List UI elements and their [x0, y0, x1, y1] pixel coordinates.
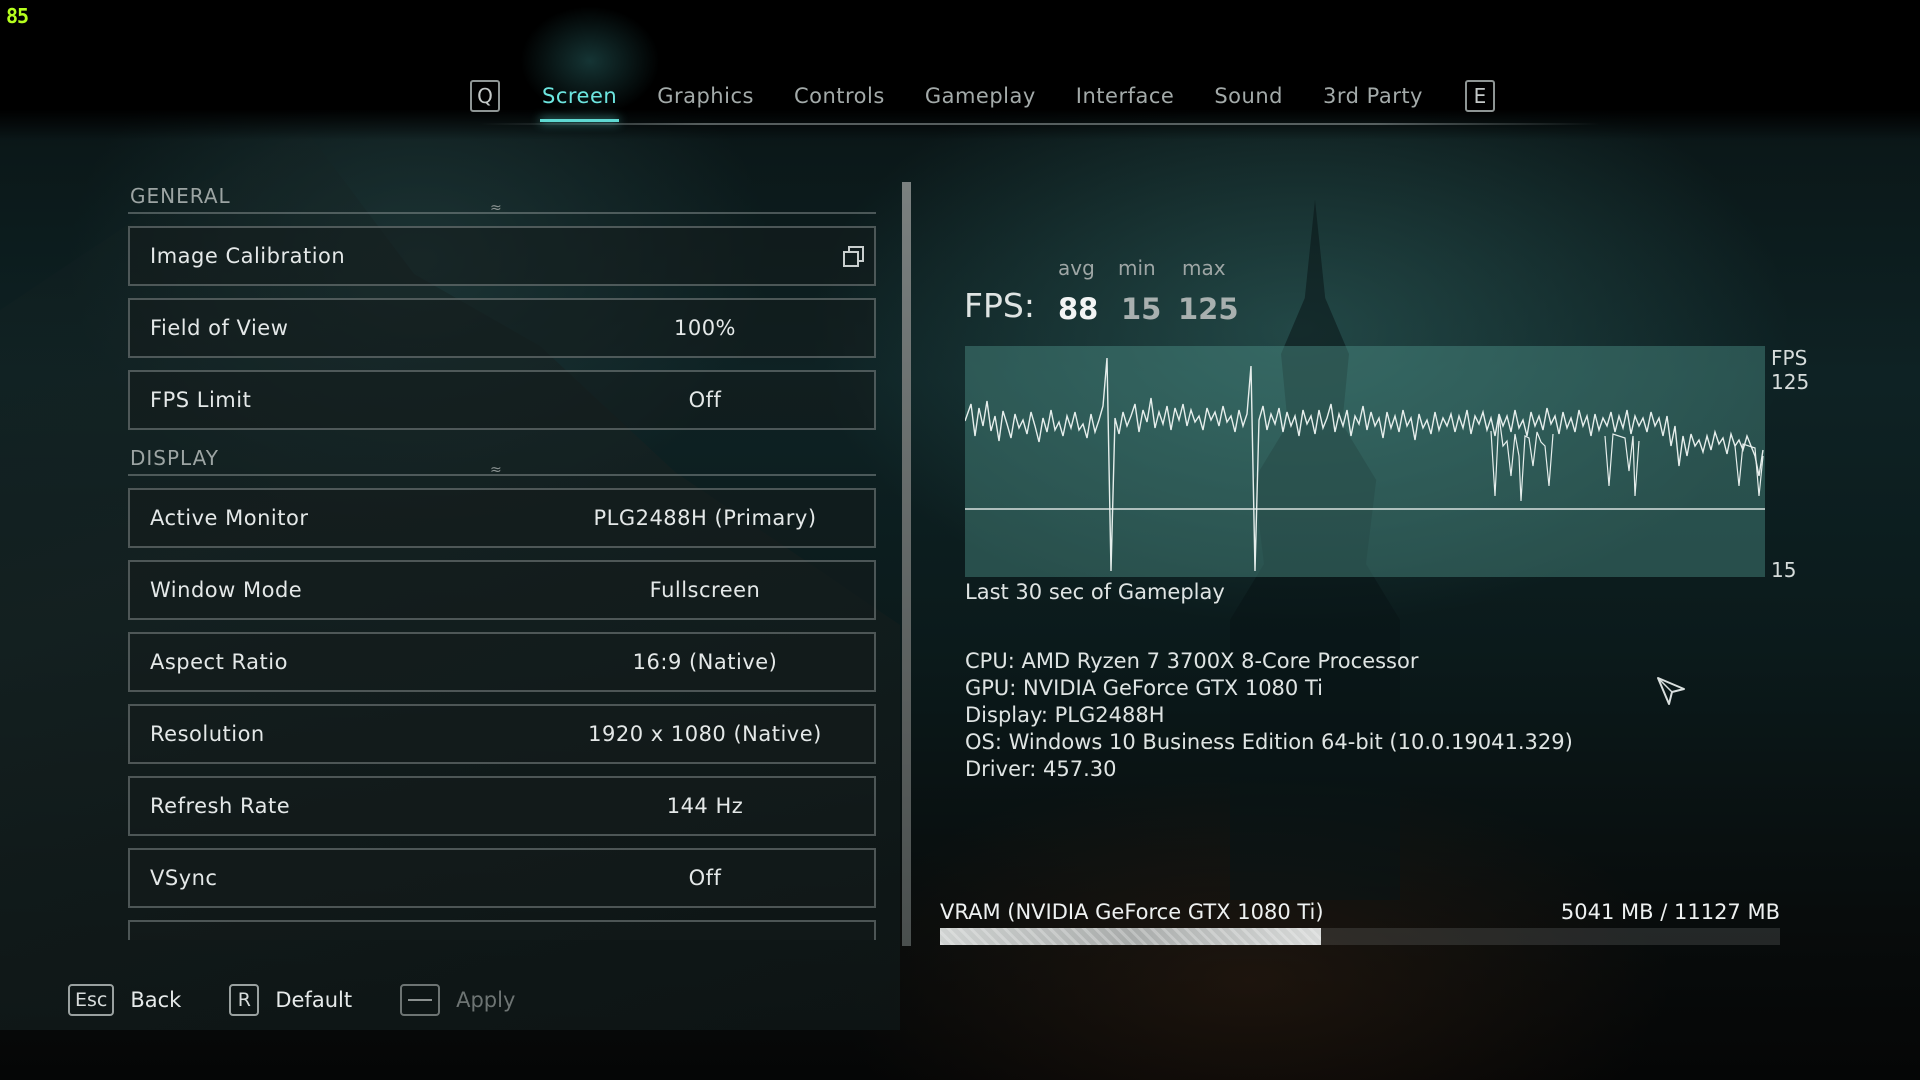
driver-info: Driver: 457.30 — [965, 757, 1117, 781]
graph-axis-title: FPS — [1771, 346, 1808, 370]
tab-gameplay[interactable]: Gameplay — [905, 84, 1056, 108]
setting-value: 1920 x 1080 (Native) — [588, 722, 822, 746]
avg-header: avg — [1058, 256, 1095, 280]
vram-label: VRAM (NVIDIA GeForce GTX 1080 Ti) — [940, 900, 1324, 924]
setting-refresh-rate[interactable]: Refresh Rate 144 Hz — [128, 776, 876, 836]
setting-active-monitor[interactable]: Active Monitor PLG2488H (Primary) — [128, 488, 876, 548]
setting-label: VSync — [150, 866, 218, 890]
tab-screen[interactable]: Screen — [522, 84, 637, 122]
vram-bar-fill — [940, 928, 1321, 945]
footer-controls: Esc Back R Default Apply — [68, 980, 563, 1020]
default-button[interactable]: R Default — [229, 984, 352, 1016]
tab-interface[interactable]: Interface — [1056, 84, 1195, 108]
setting-value: Off — [688, 866, 722, 890]
fps-line — [965, 357, 1764, 572]
setting-vsync[interactable]: VSync Off — [128, 848, 876, 908]
setting-label: Resolution — [150, 722, 265, 746]
setting-label: Image Calibration — [150, 244, 346, 268]
system-info: CPU: AMD Ryzen 7 3700X 8-Core Processor … — [965, 648, 1573, 783]
setting-image-calibration[interactable]: Image Calibration — [128, 226, 876, 286]
setting-value: PLG2488H (Primary) — [593, 506, 817, 530]
vram-bar-track — [940, 928, 1780, 945]
section-divider — [128, 462, 876, 478]
setting-value: 16:9 (Native) — [632, 650, 778, 674]
min-header: min — [1118, 256, 1156, 280]
settings-tabs: Q Screen Graphics Controls Gameplay Inte… — [470, 76, 1495, 122]
os-info: OS: Windows 10 Business Edition 64-bit (… — [965, 730, 1573, 754]
prev-tab-key[interactable]: Q — [470, 80, 500, 112]
fps-dips-late — [1604, 433, 1640, 497]
setting-label: FPS Limit — [150, 388, 252, 412]
tab-graphics[interactable]: Graphics — [637, 84, 774, 108]
setting-label: Refresh Rate — [150, 794, 291, 818]
min-value: 15 — [1121, 292, 1162, 326]
back-label: Back — [130, 988, 182, 1012]
esc-key-icon: Esc — [68, 984, 115, 1016]
setting-resolution[interactable]: Resolution 1920 x 1080 (Native) — [128, 704, 876, 764]
open-window-icon — [843, 246, 864, 267]
top-bar — [0, 0, 1920, 140]
setting-aspect-ratio[interactable]: Aspect Ratio 16:9 (Native) — [128, 632, 876, 692]
setting-value: Fullscreen — [649, 578, 761, 602]
setting-label: Window Mode — [150, 578, 303, 602]
max-value: 125 — [1178, 292, 1239, 326]
setting-window-mode[interactable]: Window Mode Fullscreen — [128, 560, 876, 620]
vram-value: 5041 MB / 11127 MB — [1560, 900, 1780, 924]
setting-value: Off — [688, 388, 722, 412]
section-divider — [128, 200, 876, 216]
cpu-info: CPU: AMD Ryzen 7 3700X 8-Core Processor — [965, 649, 1419, 673]
apply-label: Apply — [456, 988, 516, 1012]
graph-min-label: 15 — [1771, 558, 1797, 582]
tab-3rd-party[interactable]: 3rd Party — [1303, 84, 1443, 108]
fps-graph — [965, 346, 1765, 577]
tab-divider — [480, 123, 1600, 125]
setting-next-partial[interactable] — [128, 920, 876, 940]
gpu-info: GPU: NVIDIA GeForce GTX 1080 Ti — [965, 676, 1323, 700]
avg-value: 88 — [1058, 292, 1099, 326]
setting-field-of-view[interactable]: Field of View 100% — [128, 298, 876, 358]
tab-sound[interactable]: Sound — [1194, 84, 1303, 108]
graph-caption: Last 30 sec of Gameplay — [965, 580, 1225, 604]
tab-controls[interactable]: Controls — [774, 84, 905, 108]
fps-graph-svg — [965, 357, 1765, 572]
fps-overlay-counter: 85 — [6, 4, 29, 28]
section-title-general: GENERAL — [130, 184, 231, 208]
mouse-cursor-icon — [1657, 677, 1685, 705]
setting-label: Field of View — [150, 316, 289, 340]
setting-value: 144 Hz — [666, 794, 744, 818]
default-label: Default — [275, 988, 353, 1012]
display-info: Display: PLG2488H — [965, 703, 1165, 727]
setting-value: 100% — [673, 316, 737, 340]
setting-label: Active Monitor — [150, 506, 309, 530]
max-header: max — [1182, 256, 1226, 280]
setting-fps-limit[interactable]: FPS Limit Off — [128, 370, 876, 430]
graph-max-label: 125 — [1771, 370, 1810, 394]
settings-list: GENERAL Image Calibration Field of View … — [128, 180, 876, 950]
back-button[interactable]: Esc Back — [68, 984, 181, 1016]
section-title-display: DISPLAY — [130, 446, 220, 470]
setting-label: Aspect Ratio — [150, 650, 288, 674]
r-key-icon: R — [229, 984, 260, 1016]
apply-button[interactable]: Apply — [400, 984, 515, 1016]
spacebar-key-icon — [400, 984, 441, 1016]
scrollbar[interactable] — [902, 182, 911, 946]
next-tab-key[interactable]: E — [1464, 80, 1495, 112]
fps-dips-end — [1734, 443, 1764, 497]
fps-label: FPS: — [964, 286, 1035, 325]
